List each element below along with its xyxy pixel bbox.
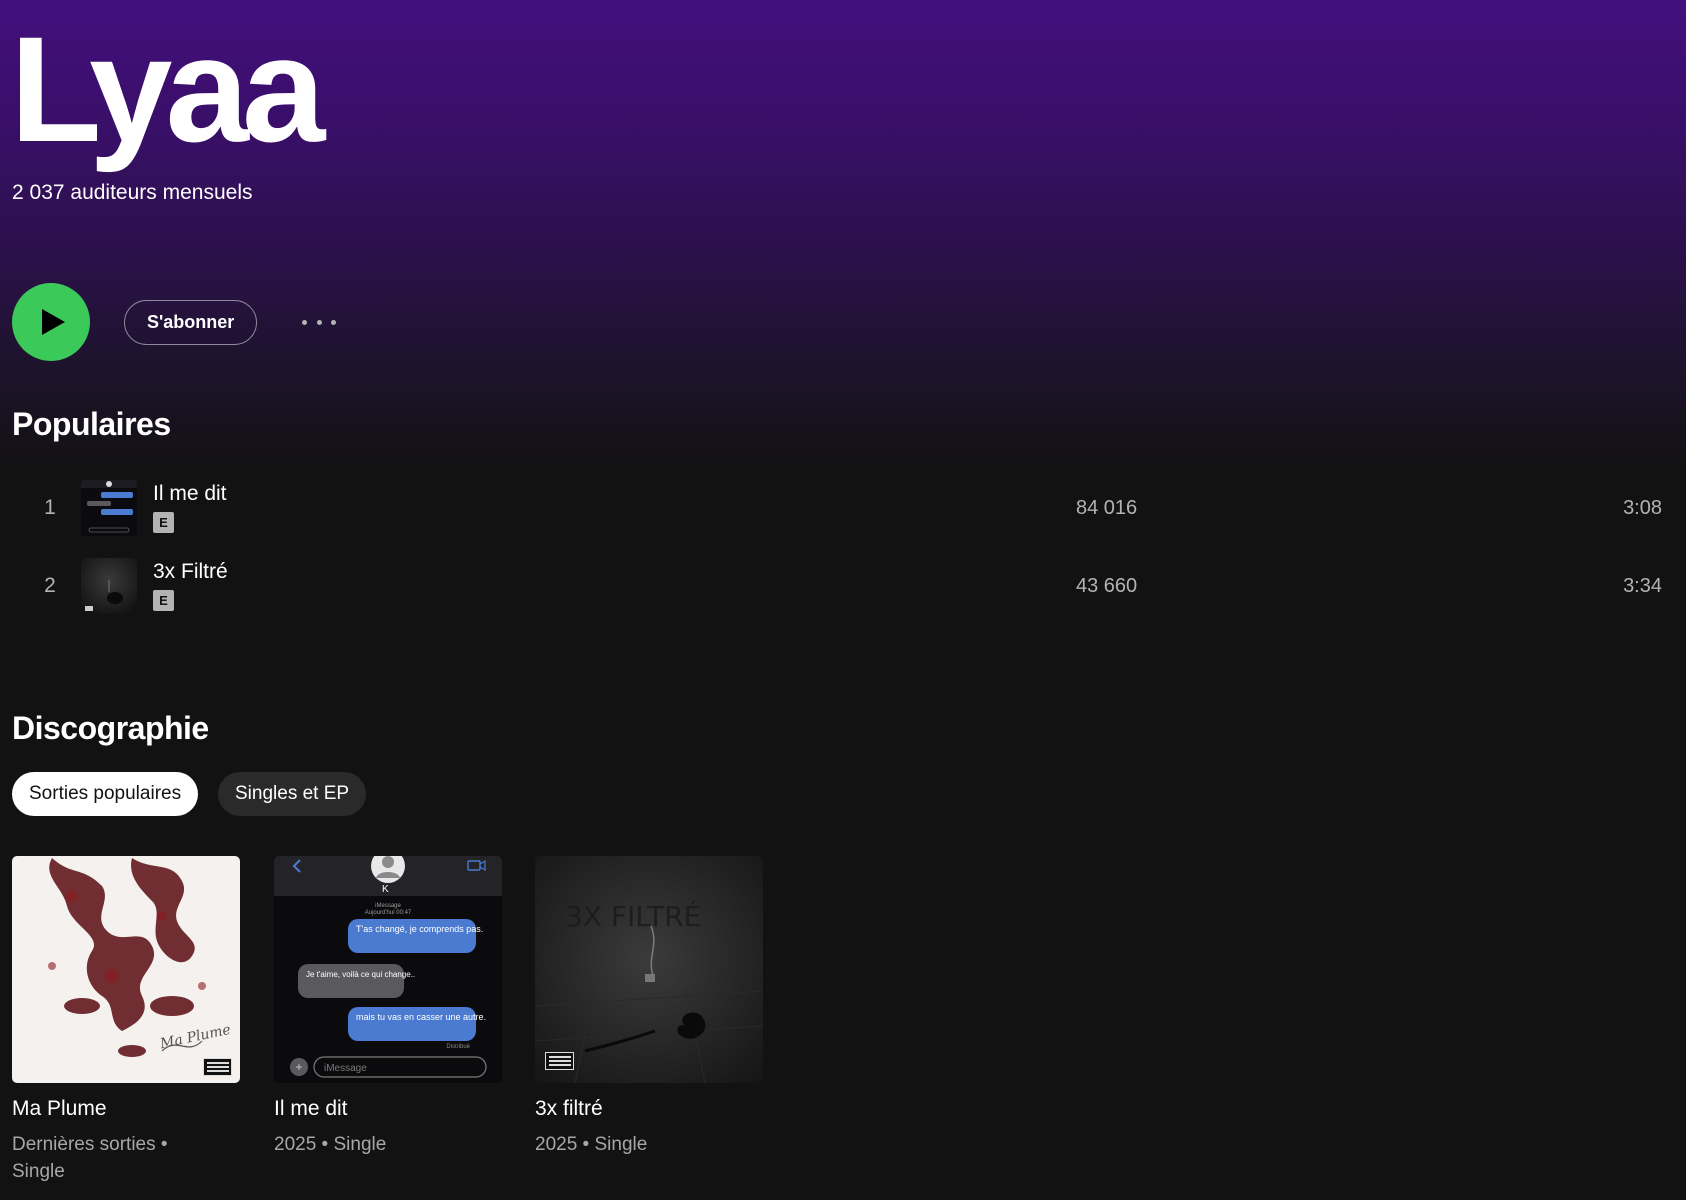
play-icon xyxy=(42,309,65,335)
release-title[interactable]: Il me dit xyxy=(274,1097,502,1121)
svg-text:Aujourd'hui 00:47: Aujourd'hui 00:47 xyxy=(365,910,412,916)
svg-text:iMessage: iMessage xyxy=(324,1063,367,1074)
track-play-count: 43 660 xyxy=(1076,574,1138,597)
track-play-count: 84 016 xyxy=(1076,496,1138,519)
track-duration: 3:34 xyxy=(1623,574,1662,597)
track-index: 2 xyxy=(44,574,56,597)
release-subtitle: 2025 • Single xyxy=(535,1134,648,1155)
svg-text:Distribué: Distribué xyxy=(446,1044,470,1050)
follow-button[interactable]: S'abonner xyxy=(124,300,258,345)
track-cover xyxy=(81,558,137,614)
svg-text:K: K xyxy=(382,884,389,895)
release-subtitle: Dernières sorties • Single xyxy=(12,1134,168,1182)
artist-page: Lyaa 2 037 auditeurs mensuels S'abonner … xyxy=(0,0,1686,1200)
discography-section-title: Discographie xyxy=(12,710,209,746)
track-cover xyxy=(81,480,137,536)
explicit-badge: E xyxy=(153,590,174,611)
cover-title-text: 3X FILTRÉ xyxy=(565,899,701,933)
release-cover[interactable]: Ma Plume xyxy=(12,856,240,1083)
play-button[interactable] xyxy=(12,283,90,361)
monthly-listeners: 2 037 auditeurs mensuels xyxy=(12,181,253,204)
parental-advisory-label xyxy=(203,1058,232,1076)
track-title[interactable]: Il me dit xyxy=(153,482,227,506)
release-subtitle: 2025 • Single xyxy=(274,1134,387,1155)
svg-text:Je t'aime, voilà ce qui change: Je t'aime, voilà ce qui change.. xyxy=(306,970,415,979)
track-title[interactable]: 3x Filtré xyxy=(153,560,228,584)
release-cover[interactable]: K iMessage Aujourd'hui 00:47 T'as changé… xyxy=(274,856,502,1083)
track-duration: 3:08 xyxy=(1623,496,1662,519)
track-row[interactable]: 1 Il me dit E 84 016 3:08 xyxy=(12,474,1662,542)
release-title[interactable]: Ma Plume xyxy=(12,1097,240,1121)
release-card[interactable]: 3X FILTRÉ 3x filtré 2025 • Single xyxy=(535,856,763,1158)
svg-text:+: + xyxy=(295,1060,302,1074)
release-cover[interactable]: 3X FILTRÉ xyxy=(535,856,763,1083)
filter-chip-singles-ep[interactable]: Singles et EP xyxy=(218,772,367,816)
filter-chip-popular-releases[interactable]: Sorties populaires xyxy=(12,772,199,816)
release-card[interactable]: Ma Plume Ma Plume Dernières sorties • Si… xyxy=(12,856,240,1185)
svg-text:iMessage: iMessage xyxy=(375,903,401,909)
popular-section-title: Populaires xyxy=(12,406,171,442)
release-title[interactable]: 3x filtré xyxy=(535,1097,763,1121)
track-row[interactable]: 2 3x Filtré E 43 660 3:34 xyxy=(12,552,1662,620)
release-card[interactable]: K iMessage Aujourd'hui 00:47 T'as changé… xyxy=(274,856,502,1158)
track-index: 1 xyxy=(44,496,56,519)
more-dots-icon[interactable] xyxy=(298,310,340,334)
svg-text:T'as changé, je comprends pas.: T'as changé, je comprends pas. xyxy=(356,924,483,934)
artist-name: Lyaa xyxy=(10,5,325,173)
svg-text:mais tu vas en casser une autr: mais tu vas en casser une autre. xyxy=(356,1012,486,1022)
explicit-badge: E xyxy=(153,512,174,533)
parental-advisory-label xyxy=(545,1052,574,1070)
